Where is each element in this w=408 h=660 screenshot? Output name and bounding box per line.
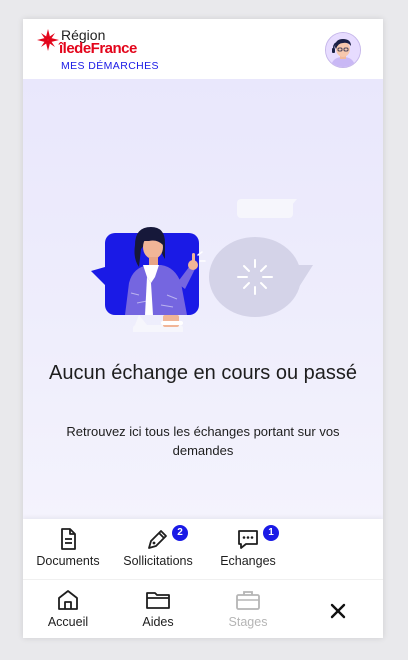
document-icon bbox=[61, 528, 76, 550]
empty-state-description: Retrouvez ici tous les échanges portant … bbox=[66, 424, 340, 458]
close-menu-button[interactable] bbox=[323, 596, 353, 626]
bottom-navigation: Accueil Aides Stages bbox=[23, 579, 383, 638]
nav-aides-label: Aides bbox=[142, 615, 174, 629]
close-icon bbox=[330, 603, 346, 619]
documents-label: Documents bbox=[36, 554, 100, 568]
quick-actions-bar: Documents Sollicitations 2 Echanges 1 bbox=[23, 519, 383, 579]
exchanges-content: Aucun échange en cours ou passé Retrouve… bbox=[23, 79, 383, 519]
echanges-label: Echanges bbox=[220, 554, 276, 568]
sollicitations-badge: 2 bbox=[172, 525, 188, 541]
chat-icon bbox=[238, 530, 258, 549]
nav-accueil[interactable]: Accueil bbox=[33, 588, 103, 629]
folder-icon bbox=[146, 592, 170, 609]
avatar-icon bbox=[326, 33, 360, 67]
app-header: Région îledeFrance MES DÉMARCHES bbox=[23, 19, 383, 79]
pen-icon bbox=[148, 530, 167, 549]
nav-aides[interactable]: Aides bbox=[123, 588, 193, 629]
nav-accueil-label: Accueil bbox=[47, 615, 89, 629]
documents-button[interactable]: Documents bbox=[33, 527, 103, 568]
mes-demarches-link[interactable]: MES DÉMARCHES bbox=[61, 60, 159, 72]
star-logo-icon bbox=[37, 29, 59, 51]
echanges-button[interactable]: Echanges 1 bbox=[213, 525, 283, 568]
user-avatar[interactable] bbox=[325, 32, 361, 68]
empty-illustration bbox=[91, 199, 313, 332]
logo-idf-text: îledeFrance bbox=[59, 40, 137, 57]
briefcase-icon bbox=[236, 591, 260, 610]
nav-stages: Stages bbox=[213, 588, 283, 629]
sollicitations-button[interactable]: Sollicitations 2 bbox=[118, 525, 198, 568]
sollicitations-label: Sollicitations bbox=[123, 554, 193, 568]
home-icon bbox=[58, 590, 78, 610]
empty-state-title: Aucun échange en cours ou passé bbox=[49, 362, 357, 384]
echanges-badge: 1 bbox=[263, 525, 279, 541]
nav-stages-label: Stages bbox=[228, 615, 268, 629]
app-frame: Région îledeFrance MES DÉMARCHES Aucun é… bbox=[23, 19, 383, 638]
